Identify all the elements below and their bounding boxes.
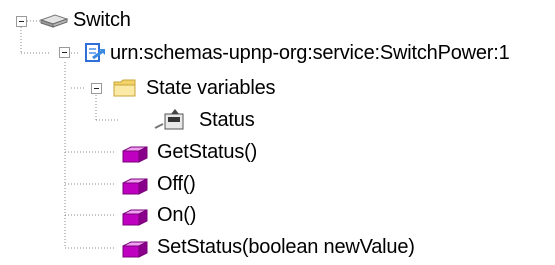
action-cube-icon bbox=[121, 142, 149, 170]
state-variable-label[interactable]: Status bbox=[199, 107, 255, 133]
action-cube-icon bbox=[121, 237, 149, 265]
service-label[interactable]: urn:schemas-upnp-org:service:SwitchPower… bbox=[110, 40, 510, 66]
folder-icon bbox=[113, 77, 137, 105]
state-variables-collapse-toggle[interactable] bbox=[91, 83, 102, 94]
tree-connector-lines bbox=[20, 20, 120, 249]
device-label[interactable]: Switch bbox=[73, 7, 131, 33]
service-collapse-toggle[interactable] bbox=[59, 47, 70, 58]
router-device-icon bbox=[39, 11, 69, 37]
state-variables-label[interactable]: State variables bbox=[146, 75, 275, 101]
action-label[interactable]: GetStatus() bbox=[157, 139, 257, 165]
device-collapse-toggle[interactable] bbox=[16, 16, 27, 27]
action-cube-icon bbox=[121, 205, 149, 233]
service-icon bbox=[83, 40, 107, 72]
action-cube-icon bbox=[121, 174, 149, 202]
action-label[interactable]: Off() bbox=[157, 171, 196, 197]
action-label[interactable]: On() bbox=[157, 202, 196, 228]
service-tree-view[interactable]: Switch urn:schemas-upnp-org:service:Swit… bbox=[0, 0, 555, 259]
action-label[interactable]: SetStatus(boolean newValue) bbox=[157, 234, 415, 260]
state-variable-icon bbox=[151, 108, 195, 140]
